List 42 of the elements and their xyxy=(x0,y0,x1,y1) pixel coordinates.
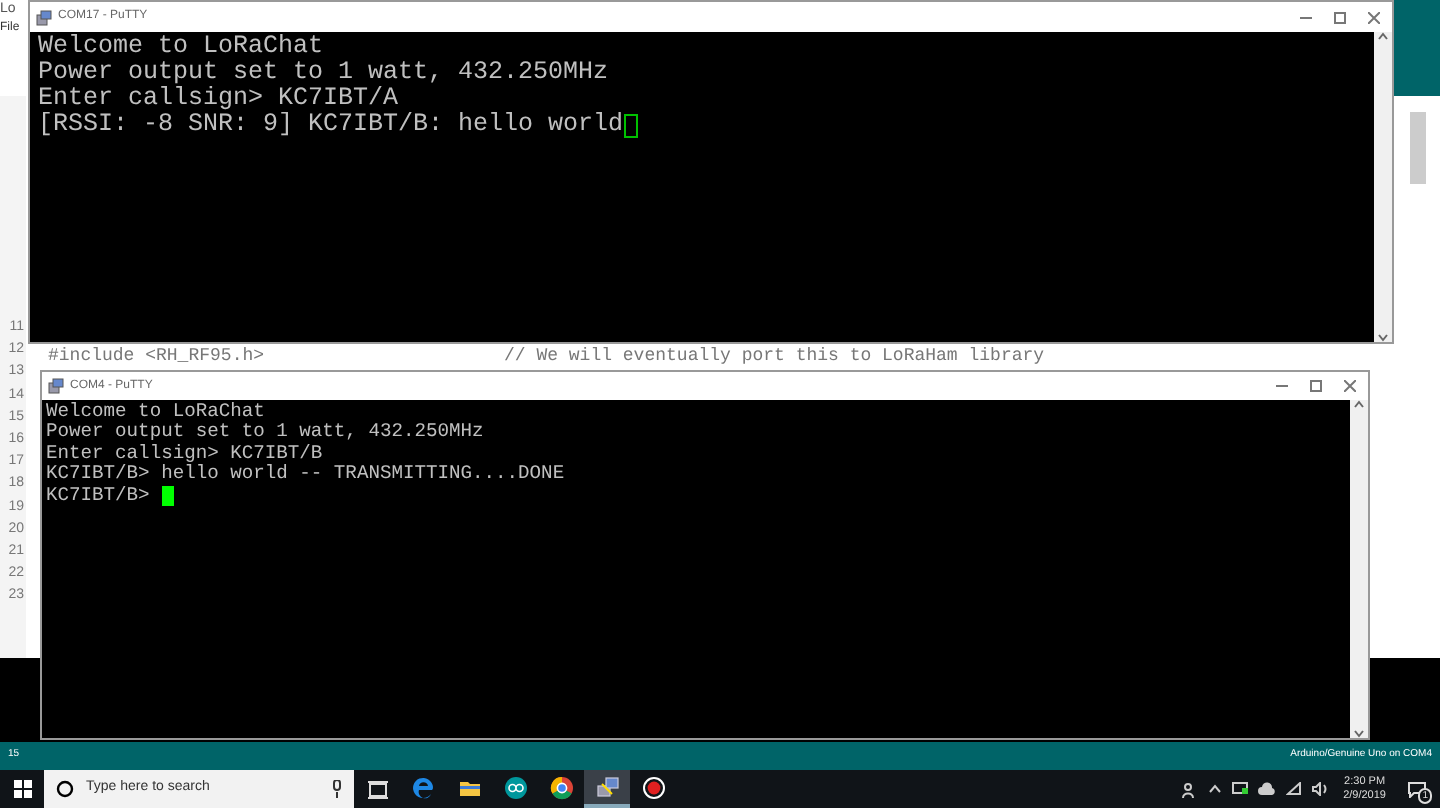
minimize-icon[interactable] xyxy=(1276,380,1288,392)
terminal-line: KC7IBT/B> xyxy=(46,485,152,507)
microphone-icon xyxy=(332,780,342,798)
scroll-up-icon[interactable] xyxy=(1354,400,1364,408)
scroll-down-icon[interactable] xyxy=(1378,334,1388,342)
terminal-line: Enter callsign> KC7IBT/B xyxy=(46,443,323,464)
code-text: #include <RH_RF95.h> xyxy=(48,346,267,368)
terminal-line: KC7IBT/B> hello world -- TRANSMITTING....DONE xyxy=(46,464,565,486)
network-icon[interactable] xyxy=(1231,782,1248,796)
terminal-line: Power output set to 1 watt, 432.250MHz xyxy=(38,60,609,86)
maximize-icon[interactable] xyxy=(1334,11,1346,23)
close-icon[interactable] xyxy=(1344,380,1356,392)
infinity-icon xyxy=(503,775,527,799)
message-icon xyxy=(1407,781,1425,797)
people-icon[interactable] xyxy=(1181,781,1198,797)
cloud-icon[interactable] xyxy=(1257,782,1276,796)
terminal-line: [RSSI: -8 SNR: 9] KC7IBT/B: hello world xyxy=(38,112,624,138)
task-view-icon xyxy=(365,777,389,801)
code-comment: // We will eventually port this to LoRaHam library xyxy=(504,346,1045,368)
terminal-line: Welcome to LoRaChat xyxy=(46,402,265,423)
scrollbar[interactable] xyxy=(1374,32,1392,342)
browser-icon xyxy=(549,775,573,799)
speaker-icon[interactable] xyxy=(1311,782,1330,796)
maximize-icon[interactable] xyxy=(1310,380,1322,392)
scroll-down-icon[interactable] xyxy=(1354,730,1364,738)
minimize-icon[interactable] xyxy=(1300,11,1312,23)
scrollbar[interactable] xyxy=(1409,112,1425,184)
terminal-icon xyxy=(48,378,64,394)
wifi-icon[interactable] xyxy=(1285,782,1302,796)
scroll-up-icon[interactable] xyxy=(1378,32,1388,40)
close-icon[interactable] xyxy=(1368,11,1380,23)
terminal-line: Power output set to 1 watt, 432.250MHz xyxy=(46,422,484,444)
terminal-icon xyxy=(36,9,52,25)
terminal-line: Welcome to LoRaChat xyxy=(38,34,324,60)
search-icon xyxy=(56,780,74,798)
record-icon xyxy=(641,775,665,799)
scrollbar[interactable] xyxy=(1350,400,1368,738)
windows-icon xyxy=(13,780,31,798)
edge-icon xyxy=(411,775,435,799)
computers-icon xyxy=(595,775,619,799)
terminal-line: Enter callsign> KC7IBT/A xyxy=(38,86,399,112)
caret-icon[interactable] xyxy=(1207,784,1222,794)
